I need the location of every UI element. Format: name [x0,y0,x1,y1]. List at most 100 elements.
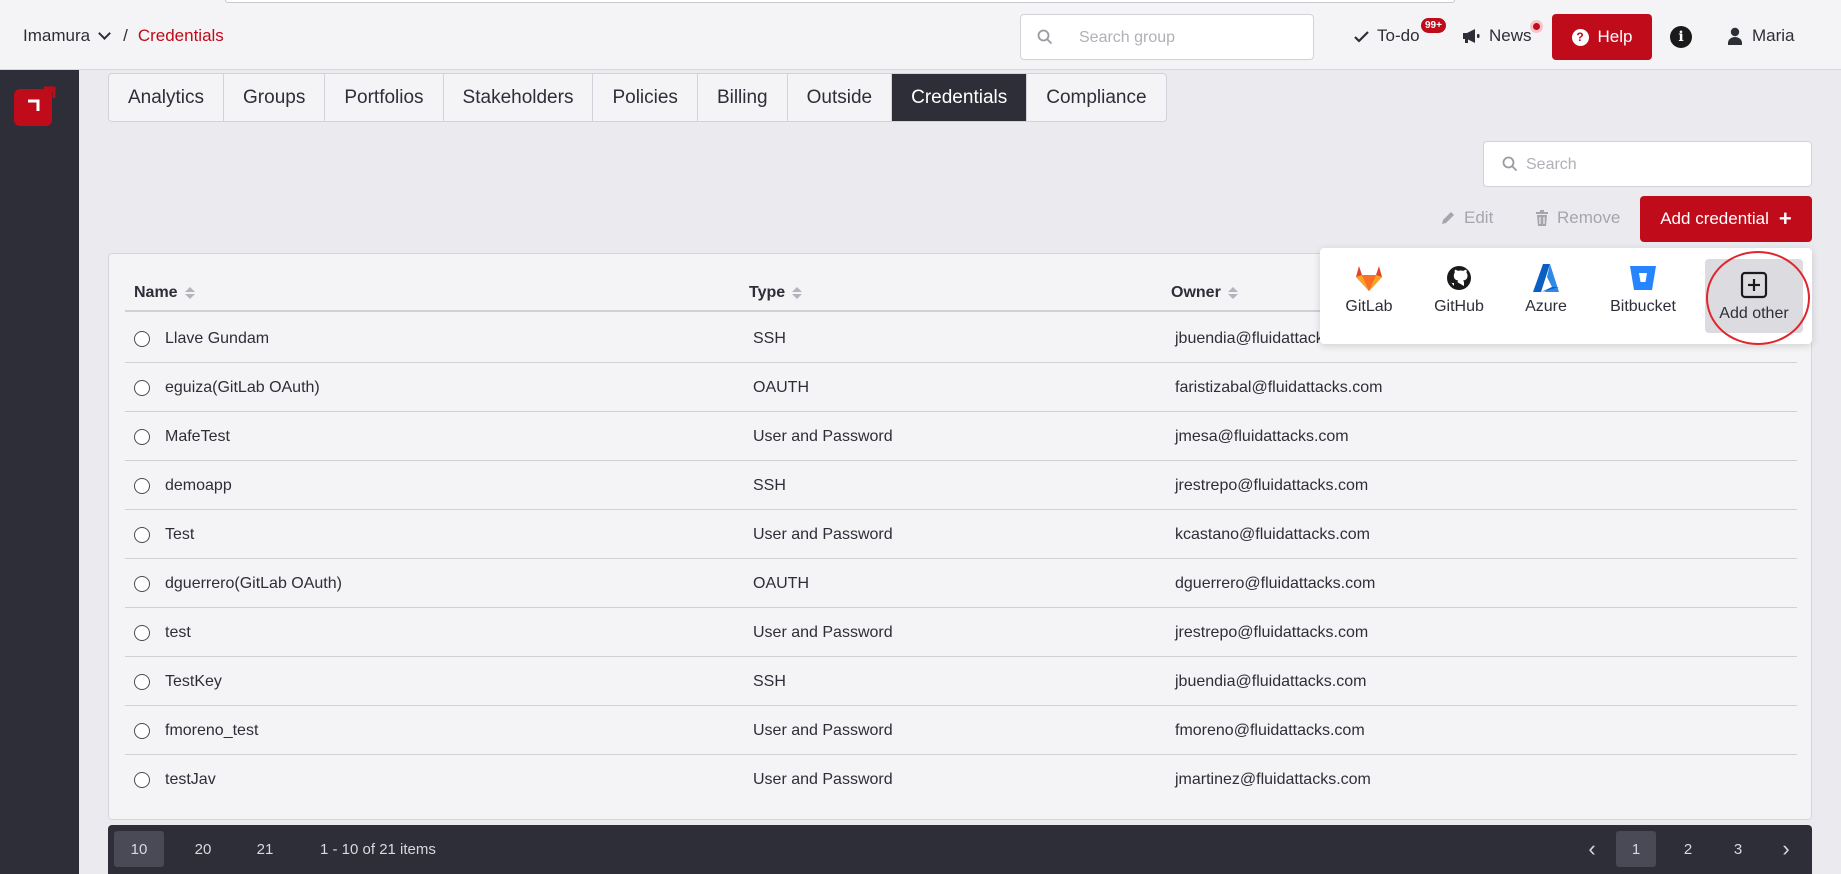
credentials-search-input[interactable] [1526,154,1796,176]
chevron-down-icon[interactable] [98,27,111,40]
group-search[interactable] [1020,14,1314,60]
remove-button[interactable]: Remove [1535,208,1620,228]
page-size-option[interactable]: 20 [182,831,224,867]
tab-credentials[interactable]: Credentials [892,74,1028,121]
table-row[interactable]: testJav User and Password jmartinez@flui… [125,755,1797,804]
provider-bitbucket[interactable]: Bitbucket [1600,262,1686,316]
tab-stakeholders[interactable]: Stakeholders [444,74,594,121]
tab-bar: Analytics Groups Portfolios Stakeholders… [108,73,1167,122]
cell-name: fmoreno_test [165,722,259,739]
github-icon [1443,262,1475,294]
help-button[interactable]: ? Help [1552,14,1652,60]
info-icon[interactable]: i [1670,26,1692,48]
megaphone-icon [1463,29,1480,43]
table-row[interactable]: dguerrero(GitLab OAuth) OAUTH dguerrero@… [125,559,1797,608]
tab-portfolios[interactable]: Portfolios [325,74,444,121]
page-button[interactable]: 2 [1668,831,1708,867]
page-size-option[interactable]: 21 [244,831,286,867]
question-icon: ? [1571,28,1589,46]
page-size-option[interactable]: 10 [114,831,164,867]
cell-name: eguiza(GitLab OAuth) [165,379,320,396]
todo-label: To-do [1377,26,1420,45]
provider-label: Bitbucket [1610,298,1676,315]
breadcrumb-separator: / [123,26,128,45]
next-page-icon[interactable]: › [1766,831,1806,867]
row-radio[interactable] [134,429,150,445]
help-label: Help [1597,27,1633,46]
row-radio[interactable] [134,674,150,690]
sort-icon[interactable] [1227,287,1238,299]
row-radio[interactable] [134,380,150,396]
sort-icon[interactable] [792,287,803,299]
cell-type: SSH [753,673,786,690]
user-name: Maria [1752,26,1795,45]
tab-policies[interactable]: Policies [593,74,698,121]
row-radio[interactable] [134,478,150,494]
logo-icon[interactable] [14,84,58,126]
news-notification-dot [1530,20,1543,33]
cell-owner: fmoreno@fluidattacks.com [1175,722,1365,739]
row-radio[interactable] [134,576,150,592]
browser-strip [225,0,1455,3]
cell-owner: jmartinez@fluidattacks.com [1175,771,1371,788]
credentials-search[interactable] [1483,141,1812,187]
tab-billing[interactable]: Billing [698,74,788,121]
table-row[interactable]: eguiza(GitLab OAuth) OAUTH faristizabal@… [125,363,1797,412]
search-icon [1502,156,1518,172]
column-header-name[interactable]: Name [134,284,195,302]
cell-type: SSH [753,330,786,347]
azure-icon [1530,262,1562,294]
user-icon [1728,27,1742,45]
table-row[interactable]: MafeTest User and Password jmesa@fluidat… [125,412,1797,461]
row-radio[interactable] [134,331,150,347]
sort-icon[interactable] [184,287,195,299]
table-row[interactable]: Test User and Password kcastano@fluidatt… [125,510,1797,559]
cell-owner: kcastano@fluidattacks.com [1175,526,1370,543]
cell-type: OAUTH [753,379,809,396]
provider-azure[interactable]: Azure [1518,262,1574,316]
user-menu[interactable]: Maria [1727,26,1795,46]
column-type-label: Type [749,284,786,301]
provider-gitlab[interactable]: GitLab [1340,262,1398,316]
row-radio[interactable] [134,772,150,788]
tab-analytics[interactable]: Analytics [109,74,225,121]
page-button[interactable]: 3 [1718,831,1758,867]
column-header-type[interactable]: Type [749,284,803,302]
gitlab-icon [1353,262,1385,294]
table-row[interactable]: fmoreno_test User and Password fmoreno@f… [125,706,1797,755]
pagination-bar: 10 20 21 1 - 10 of 21 items ‹ 1 2 3 › [108,825,1812,874]
cell-type: User and Password [753,428,893,445]
todo-button[interactable]: To-do [1354,26,1420,46]
group-search-input[interactable] [1079,27,1299,49]
edit-label: Edit [1464,208,1494,227]
edit-button[interactable]: Edit [1440,208,1493,228]
table-row[interactable]: test User and Password jrestrepo@fluidat… [125,608,1797,657]
table-row[interactable]: TestKey SSH jbuendia@fluidattacks.com [125,657,1797,706]
row-radio[interactable] [134,527,150,543]
prev-page-icon[interactable]: ‹ [1572,831,1612,867]
cell-owner: jrestrepo@fluidattacks.com [1175,477,1369,494]
search-icon [1037,29,1053,45]
row-radio[interactable] [134,723,150,739]
provider-github[interactable]: GitHub [1428,262,1490,316]
add-credential-button[interactable]: Add credential + [1640,196,1812,242]
highlight-annotation [1706,251,1810,345]
cell-type: User and Password [753,526,893,543]
cell-owner: jmesa@fluidattacks.com [1175,428,1349,445]
tab-outside[interactable]: Outside [788,74,893,121]
row-radio[interactable] [134,625,150,641]
add-credential-label: Add credential [1660,209,1769,228]
tab-groups[interactable]: Groups [224,74,326,121]
check-icon [1354,30,1369,43]
breadcrumb-org[interactable]: Imamura [23,26,90,46]
column-header-owner[interactable]: Owner [1171,284,1238,302]
cell-owner: jrestrepo@fluidattacks.com [1175,624,1369,641]
cell-name: dguerrero(GitLab OAuth) [165,575,342,592]
table-row[interactable]: demoapp SSH jrestrepo@fluidattacks.com [125,461,1797,510]
tab-compliance[interactable]: Compliance [1027,74,1165,121]
column-owner-label: Owner [1171,284,1221,301]
news-button[interactable]: News [1462,26,1532,46]
cell-type: SSH [753,477,786,494]
cell-name: testJav [165,771,216,788]
page-button[interactable]: 1 [1616,831,1656,867]
